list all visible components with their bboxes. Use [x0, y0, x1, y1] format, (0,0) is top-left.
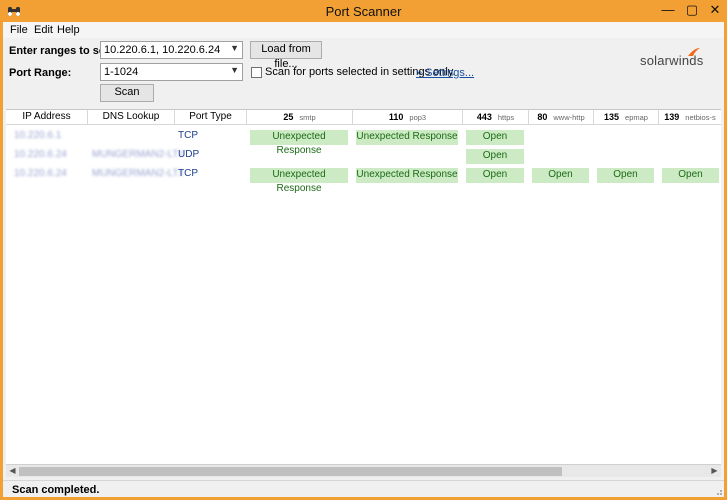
- title-bar[interactable]: Port Scanner — ▢ ✕: [0, 0, 727, 22]
- port-service: epmap: [625, 113, 648, 122]
- row-3-result-135: Open: [597, 168, 654, 183]
- column-header-port-443[interactable]: 443 https: [463, 110, 529, 125]
- row-1-result-110: Unexpected Response: [356, 130, 458, 145]
- menu-bar: File Edit Help: [3, 22, 724, 38]
- port-service: pop3: [409, 113, 427, 122]
- close-button[interactable]: ✕: [703, 0, 727, 20]
- port-service: https: [497, 113, 515, 122]
- row-3-result-139: Open: [662, 168, 719, 183]
- menu-help[interactable]: Help: [57, 24, 80, 36]
- row-1-result-25: Unexpected Response: [250, 130, 348, 156]
- scrollbar-thumb[interactable]: [19, 467, 562, 476]
- scroll-right-icon[interactable]: ▶: [708, 465, 721, 477]
- row-3-result-80: Open: [532, 168, 589, 183]
- port-number: 80: [537, 112, 548, 122]
- row-3-type: TCP: [178, 168, 198, 179]
- row-1-ip: 10.220.6.1: [14, 130, 62, 141]
- row-3-ip: 10.220.6.24: [14, 168, 67, 179]
- column-header-port-25[interactable]: 25 smtp: [247, 110, 353, 125]
- load-from-file-button[interactable]: Load from file...: [250, 41, 322, 70]
- row-2-result-443: Open: [466, 149, 524, 164]
- column-header-port-135[interactable]: 135 epmap: [594, 110, 659, 125]
- port-number: 110: [388, 112, 404, 122]
- port-number: 25: [283, 112, 294, 122]
- row-3-result-25: Unexpected Response: [250, 168, 348, 194]
- row-3-dns: MUNGERMAN2-LT.t: [92, 168, 183, 179]
- ranges-combobox[interactable]: 10.220.6.1, 10.220.6.24 ▼: [100, 41, 243, 59]
- column-header-type[interactable]: Port Type: [175, 110, 247, 125]
- column-header-dns[interactable]: DNS Lookup: [88, 110, 175, 125]
- window-title: Port Scanner: [325, 4, 402, 19]
- minimize-button[interactable]: —: [655, 0, 681, 20]
- column-header-ip[interactable]: IP Address: [6, 110, 88, 125]
- maximize-button[interactable]: ▢: [681, 0, 703, 20]
- column-header-port-139[interactable]: 139 netbios-s: [659, 110, 721, 125]
- chevron-down-icon[interactable]: ▼: [230, 65, 239, 75]
- column-header-port-80[interactable]: 80 www-http: [529, 110, 594, 125]
- results-grid: IP Address DNS Lookup Port Type 25 smtp 1…: [6, 109, 721, 464]
- row-1-result-443: Open: [466, 130, 524, 145]
- resize-grip-icon[interactable]: [713, 486, 723, 496]
- row-1-type: TCP: [178, 130, 198, 141]
- port-service: netbios-s: [685, 113, 716, 122]
- column-header-port-110[interactable]: 110 pop3: [353, 110, 463, 125]
- row-2-ip: 10.220.6.24: [14, 149, 67, 160]
- chevron-down-icon[interactable]: ▼: [230, 43, 239, 53]
- settings-only-checkbox[interactable]: [251, 67, 262, 78]
- horizontal-scrollbar[interactable]: ◀ ▶: [6, 464, 721, 477]
- row-3-result-110: Unexpected Response: [356, 168, 458, 183]
- solarwinds-flame-icon: [688, 48, 700, 56]
- ranges-value: 10.220.6.1, 10.220.6.24: [104, 44, 221, 56]
- row-2-type: UDP: [178, 149, 200, 160]
- status-bar: Scan completed.: [3, 480, 724, 497]
- client-area: File Edit Help Enter ranges to scan: 10.…: [3, 22, 724, 497]
- row-2-dns: MUNGERMAN2-LT.t: [92, 149, 183, 160]
- scroll-left-icon[interactable]: ◀: [6, 465, 19, 477]
- port-range-value: 1-1024: [104, 66, 139, 78]
- port-number: 443: [476, 112, 492, 122]
- menu-file[interactable]: File: [10, 24, 28, 36]
- port-number: 139: [664, 112, 680, 122]
- app-window: Port Scanner — ▢ ✕ File Edit Help Enter …: [0, 0, 727, 500]
- port-range-combobox[interactable]: 1-1024 ▼: [100, 63, 243, 81]
- port-number: 135: [604, 112, 620, 122]
- scan-button[interactable]: Scan: [100, 84, 154, 102]
- menu-edit[interactable]: Edit: [34, 24, 53, 36]
- port-service: www-http: [553, 113, 585, 122]
- port-service: smtp: [299, 113, 316, 122]
- row-3-result-443: Open: [466, 168, 524, 183]
- settings-link[interactable]: » Settings...: [416, 67, 474, 79]
- port-range-label: Port Range:: [9, 67, 72, 79]
- status-text: Scan completed.: [12, 484, 100, 496]
